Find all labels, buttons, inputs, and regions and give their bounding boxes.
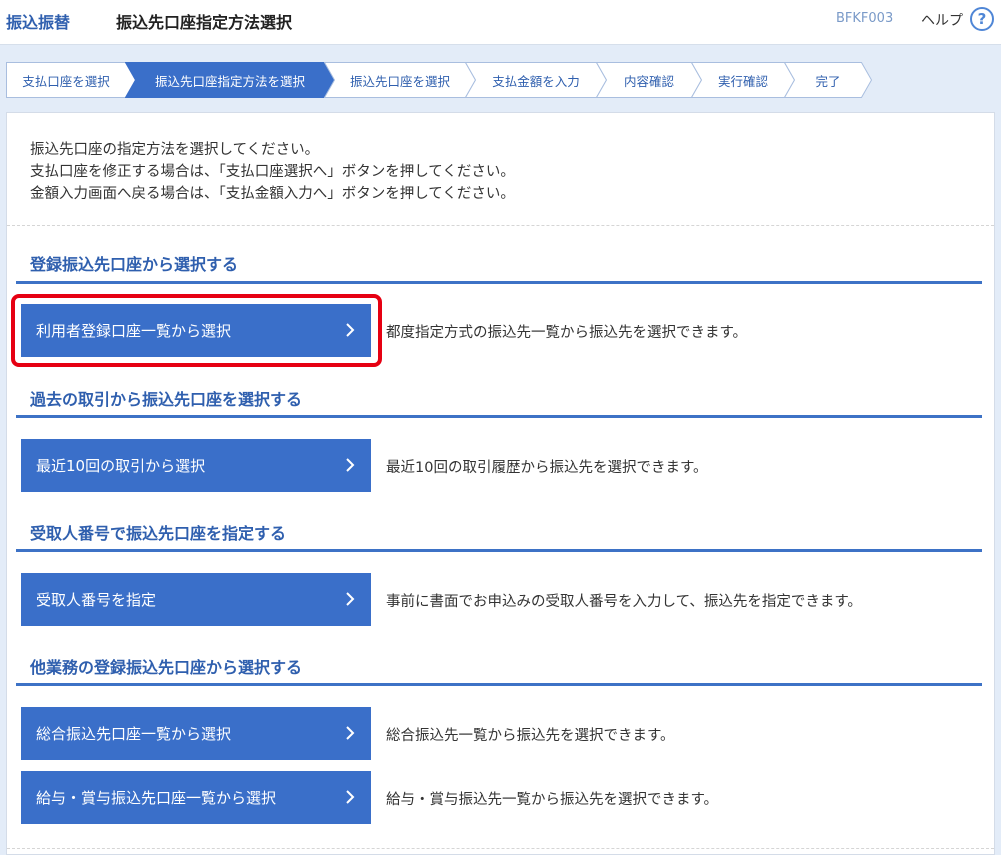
section-rule xyxy=(16,281,982,284)
step-label: 内容確認 xyxy=(623,73,674,89)
step-4: 支払金額を入力 xyxy=(465,62,607,98)
step-label: 振込先口座を選択 xyxy=(349,73,450,89)
main-panel: 振込先口座の指定方法を選択してください。 支払口座を修正する場合は、「支払口座選… xyxy=(6,112,995,855)
button-label: 給与・賞与振込先口座一覧から選択 xyxy=(36,789,277,807)
step-label: 支払金額を入力 xyxy=(492,73,580,89)
section-title: 振込振替 xyxy=(6,13,71,32)
section-heading-recipient-number: 受取人番号で振込先口座を指定する xyxy=(30,524,287,543)
chevron-right-icon xyxy=(346,458,355,472)
step-1: 支払口座を選択 xyxy=(6,62,136,98)
section-rule xyxy=(16,549,982,552)
section-heading-history: 過去の取引から振込先口座を選択する xyxy=(30,390,303,409)
help-icon[interactable]: ? xyxy=(970,7,994,31)
step-label: 実行確認 xyxy=(717,73,768,89)
help-link[interactable]: ヘルプ xyxy=(921,10,963,30)
divider xyxy=(7,848,994,849)
instructions: 振込先口座の指定方法を選択してください。 支払口座を修正する場合は、「支払口座選… xyxy=(30,139,515,205)
section-heading-registered: 登録振込先口座から選択する xyxy=(30,255,239,274)
button-label: 総合振込先口座一覧から選択 xyxy=(36,725,232,743)
step-5: 内容確認 xyxy=(596,62,702,98)
chevron-right-icon xyxy=(346,592,355,606)
step-2: 振込先口座指定方法を選択 xyxy=(125,62,335,98)
button-description: 給与・賞与振込先一覧から振込先を選択できます。 xyxy=(386,792,719,808)
instruction-line: 振込先口座の指定方法を選択してください。 xyxy=(30,142,320,158)
button-description: 総合振込先一覧から振込先を選択できます。 xyxy=(386,728,675,744)
instruction-line: 支払口座を修正する場合は、「支払口座選択へ」ボタンを押してください。 xyxy=(30,164,515,180)
button-description: 最近10回の取引履歴から振込先を選択できます。 xyxy=(386,460,708,476)
section-rule xyxy=(16,415,982,418)
step-3: 振込先口座を選択 xyxy=(324,62,476,98)
progress-steps: 支払口座を選択 振込先口座指定方法を選択 振込先口座を選択 支払金額を入力 内容確認 実行… xyxy=(6,62,872,98)
button-description: 都度指定方式の振込先一覧から振込先を選択できます。 xyxy=(386,325,748,341)
divider xyxy=(7,225,994,226)
chevron-right-icon xyxy=(346,726,355,740)
instruction-line: 金額入力画面へ戻る場合は、「支払金額入力へ」ボタンを押してください。 xyxy=(30,186,515,202)
page-header: 振込振替 振込先口座指定方法選択 BFKF003 ヘルプ ? xyxy=(0,0,1001,45)
button-label: 受取人番号を指定 xyxy=(36,591,157,609)
select-salary-transfer-accounts-button[interactable]: 給与・賞与振込先口座一覧から選択 xyxy=(21,771,371,824)
section-rule xyxy=(16,683,982,686)
section-heading-other-services: 他業務の登録振込先口座から選択する xyxy=(30,658,303,677)
step-label: 完了 xyxy=(815,73,841,89)
step-7: 完了 xyxy=(784,62,872,98)
page-title: 振込先口座指定方法選択 xyxy=(116,13,293,32)
select-general-transfer-accounts-button[interactable]: 総合振込先口座一覧から選択 xyxy=(21,707,371,760)
step-6: 実行確認 xyxy=(691,62,795,98)
highlight-box xyxy=(11,294,382,367)
step-label: 振込先口座指定方法を選択 xyxy=(154,73,305,89)
button-description: 事前に書面でお申込みの受取人番号を入力して、振込先を指定できます。 xyxy=(386,594,862,610)
select-recent-transactions-button[interactable]: 最近10回の取引から選択 xyxy=(21,439,371,492)
screen-code: BFKF003 xyxy=(836,11,894,26)
step-label: 支払口座を選択 xyxy=(22,73,110,89)
button-label: 最近10回の取引から選択 xyxy=(36,457,206,475)
chevron-right-icon xyxy=(346,790,355,804)
specify-recipient-number-button[interactable]: 受取人番号を指定 xyxy=(21,573,371,626)
